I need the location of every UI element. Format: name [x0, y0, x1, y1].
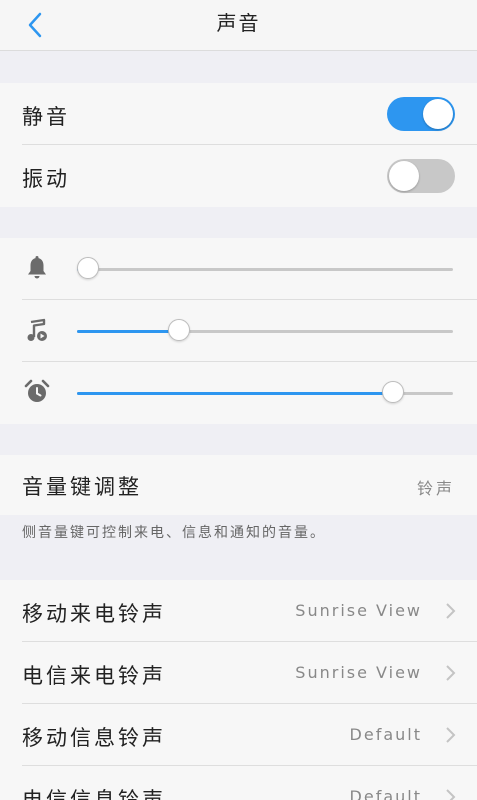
ringtone-section: 移动来电铃声 Sunrise View 电信来电铃声 Sunrise View … — [0, 580, 477, 800]
ringtone-value: Sunrise View — [295, 663, 422, 682]
volume-key-label: 音量键调整 — [22, 475, 142, 499]
title-bar: 声音 — [0, 0, 477, 51]
ringtone-label: 电信信息铃声 — [22, 788, 166, 800]
ringer-volume-row — [0, 238, 477, 300]
alarm-volume-slider[interactable] — [77, 381, 453, 403]
toggle-knob — [389, 161, 419, 191]
slider-fill — [77, 330, 179, 333]
volume-sliders-section — [0, 238, 477, 424]
chevron-right-icon — [446, 603, 456, 619]
page-title: 声音 — [216, 11, 261, 35]
toggle-section: 静音 振动 — [0, 83, 477, 207]
chevron-right-icon — [446, 789, 456, 800]
media-volume-row — [0, 300, 477, 362]
vibrate-toggle[interactable] — [387, 159, 455, 193]
slider-thumb[interactable] — [77, 257, 100, 279]
ringtone-label: 移动信息铃声 — [22, 726, 166, 750]
mute-row[interactable]: 静音 — [0, 83, 477, 145]
volume-key-row[interactable]: 音量键调整 铃声 — [0, 455, 477, 515]
media-volume-slider[interactable] — [77, 319, 453, 341]
toggle-knob — [423, 99, 453, 129]
slider-thumb[interactable] — [381, 381, 404, 403]
ringtone-value: Default — [349, 787, 422, 800]
chevron-right-icon — [446, 727, 456, 743]
ringer-volume-slider[interactable] — [77, 257, 453, 279]
ringtone-label: 移动来电铃声 — [22, 602, 166, 626]
chevron-right-icon — [446, 665, 456, 681]
mute-toggle[interactable] — [387, 97, 455, 131]
vibrate-row[interactable]: 振动 — [0, 145, 477, 207]
bell-icon — [28, 256, 46, 279]
ringtone-value: Default — [349, 725, 422, 744]
slider-fill — [77, 392, 393, 395]
volume-key-value: 铃声 — [416, 479, 455, 498]
volume-key-note: 侧音量键可控制来电、信息和通知的音量。 — [22, 525, 326, 541]
alarm-clock-icon — [24, 379, 50, 402]
mute-label: 静音 — [22, 105, 70, 129]
ringtone-value: Sunrise View — [295, 601, 422, 620]
ringtone-row[interactable]: 电信信息铃声 Default — [0, 766, 477, 800]
slider-thumb[interactable] — [167, 319, 190, 341]
alarm-volume-row — [0, 362, 477, 424]
ringtone-row[interactable]: 移动来电铃声 Sunrise View — [0, 580, 477, 642]
ringtone-label: 电信来电铃声 — [22, 664, 166, 688]
music-note-icon — [27, 318, 47, 341]
vibrate-label: 振动 — [22, 167, 70, 191]
ringtone-row[interactable]: 移动信息铃声 Default — [0, 704, 477, 766]
ringtone-row[interactable]: 电信来电铃声 Sunrise View — [0, 642, 477, 704]
volume-key-section: 音量键调整 铃声 — [0, 455, 477, 515]
